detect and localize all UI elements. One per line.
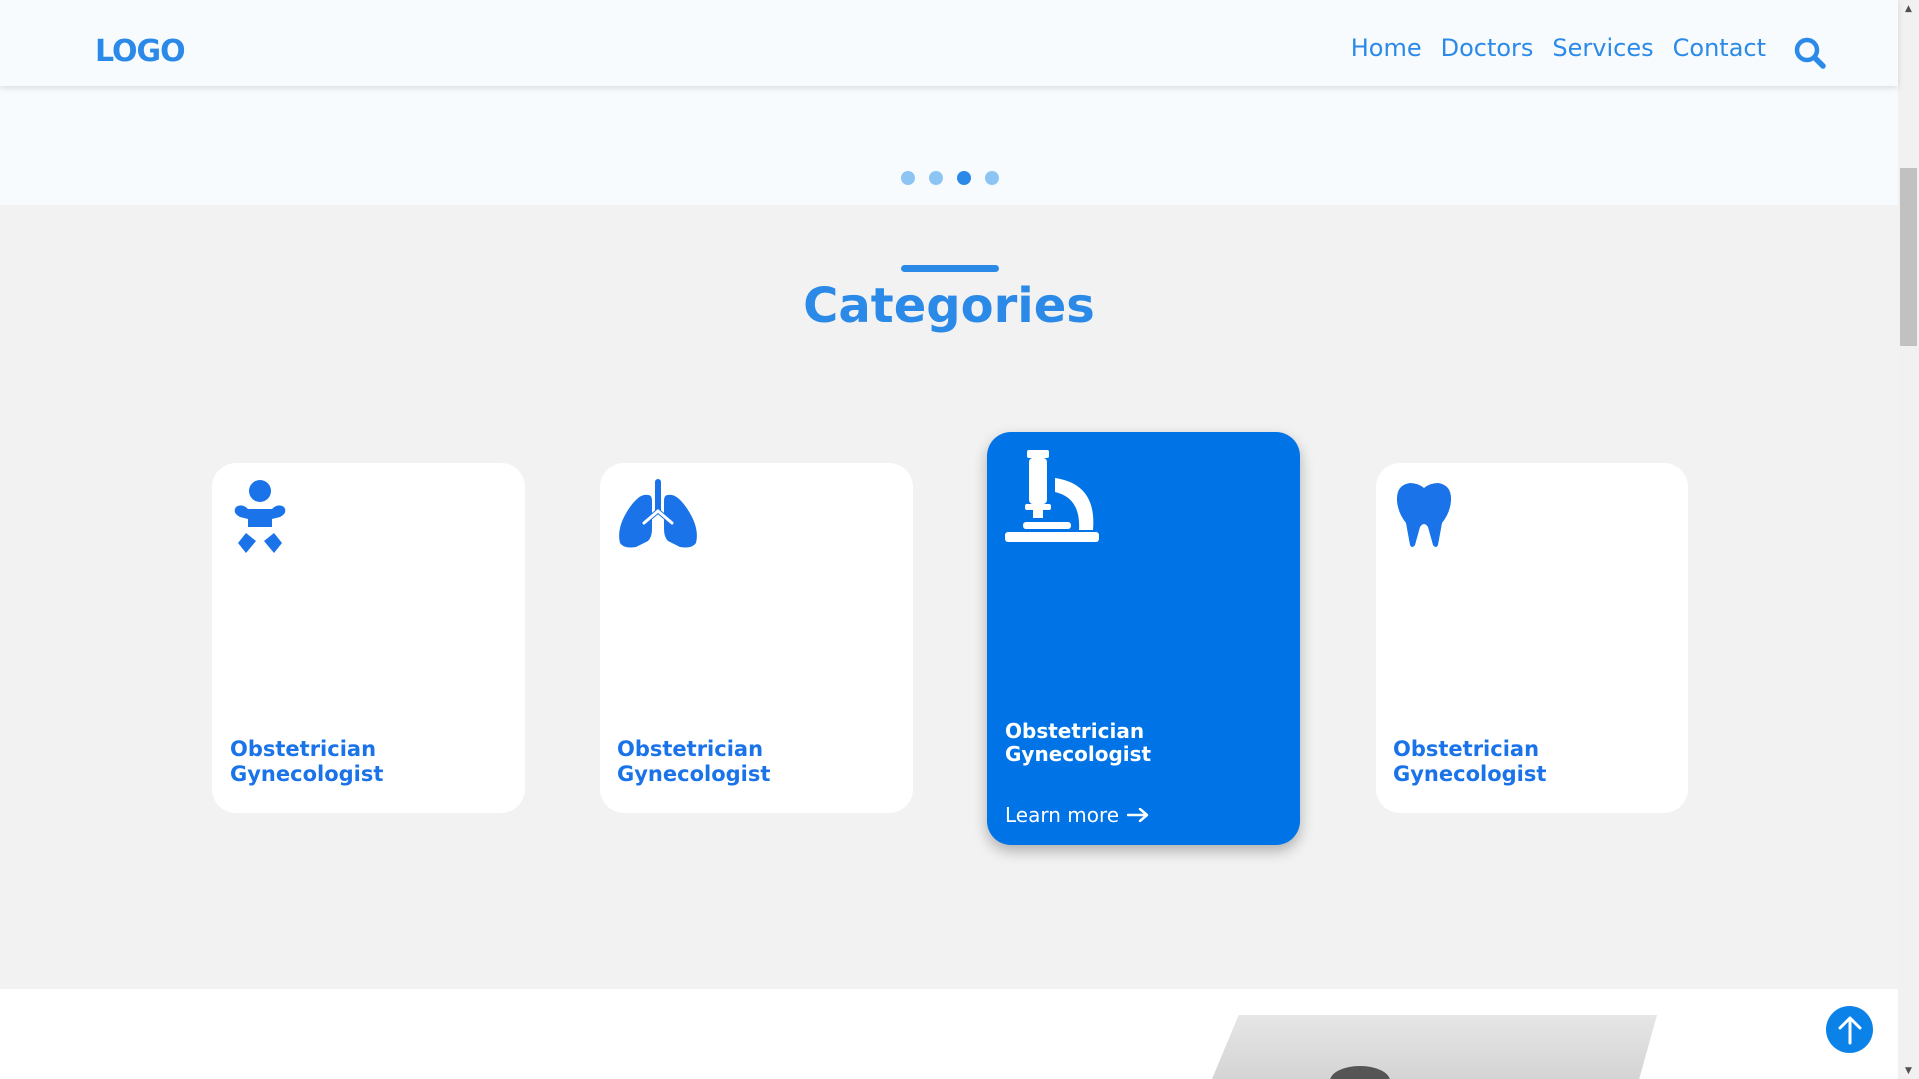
logo[interactable]: LOGO: [95, 34, 186, 69]
main-nav: Home Doctors Services Contact: [1351, 34, 1766, 62]
title-accent-bar: [901, 265, 999, 272]
site-header: LOGO Home Doctors Services Contact: [0, 0, 1898, 86]
scrollbar-thumb[interactable]: [1900, 168, 1917, 346]
nav-contact[interactable]: Contact: [1673, 34, 1766, 62]
card-label-line1: Obstetrician: [1393, 737, 1540, 761]
category-card-2[interactable]: Obstetrician Gynecologist: [600, 463, 913, 813]
nav-services[interactable]: Services: [1552, 34, 1653, 62]
card-label-line1: Obstetrician: [230, 737, 377, 761]
card-label-line2: Gynecologist: [230, 762, 384, 786]
nav-home[interactable]: Home: [1351, 34, 1422, 62]
category-card-3[interactable]: Obstetrician Gynecologist Learn more: [987, 432, 1300, 845]
search-icon[interactable]: [1793, 36, 1827, 70]
card-label-line2: Gynecologist: [1393, 762, 1547, 786]
tooth-icon: [1396, 483, 1452, 553]
card-label-line1: Obstetrician: [1005, 719, 1145, 743]
learn-more-link[interactable]: Learn more: [1005, 803, 1149, 827]
learn-more-label: Learn more: [1005, 803, 1120, 827]
baby-icon: [232, 479, 288, 559]
scroll-down-arrow-icon[interactable]: ▼: [1898, 1062, 1919, 1079]
hero-section: [0, 86, 1898, 205]
carousel-dot-2[interactable]: [929, 171, 943, 185]
back-to-top-button[interactable]: [1826, 1006, 1873, 1053]
card-label: Obstetrician Gynecologist: [1005, 720, 1151, 766]
category-card-4[interactable]: Obstetrician Gynecologist: [1376, 463, 1688, 813]
card-label: Obstetrician Gynecologist: [617, 737, 770, 787]
arrow-up-icon: [1838, 1016, 1861, 1044]
card-label-line2: Gynecologist: [617, 762, 771, 786]
carousel-dot-1[interactable]: [901, 171, 915, 185]
carousel-dot-3[interactable]: [957, 171, 971, 185]
page-scrollbar[interactable]: ▲ ▼: [1898, 0, 1919, 1079]
category-card-1[interactable]: Obstetrician Gynecologist: [212, 463, 525, 813]
lungs-icon: [616, 479, 700, 553]
doctor-photo: [1212, 1015, 1657, 1079]
card-label-line1: Obstetrician: [617, 737, 764, 761]
microscope-icon: [1005, 450, 1099, 548]
nav-doctors[interactable]: Doctors: [1441, 34, 1534, 62]
carousel-dot-4[interactable]: [985, 171, 999, 185]
card-label: Obstetrician Gynecologist: [1393, 737, 1546, 787]
section-title: Categories: [803, 278, 1095, 334]
card-label: Obstetrician Gynecologist: [230, 737, 383, 787]
carousel-dots: [901, 171, 999, 185]
arrow-right-icon: [1127, 808, 1149, 822]
card-label-line2: Gynecologist: [1005, 742, 1152, 766]
scroll-up-arrow-icon[interactable]: ▲: [1898, 0, 1919, 17]
